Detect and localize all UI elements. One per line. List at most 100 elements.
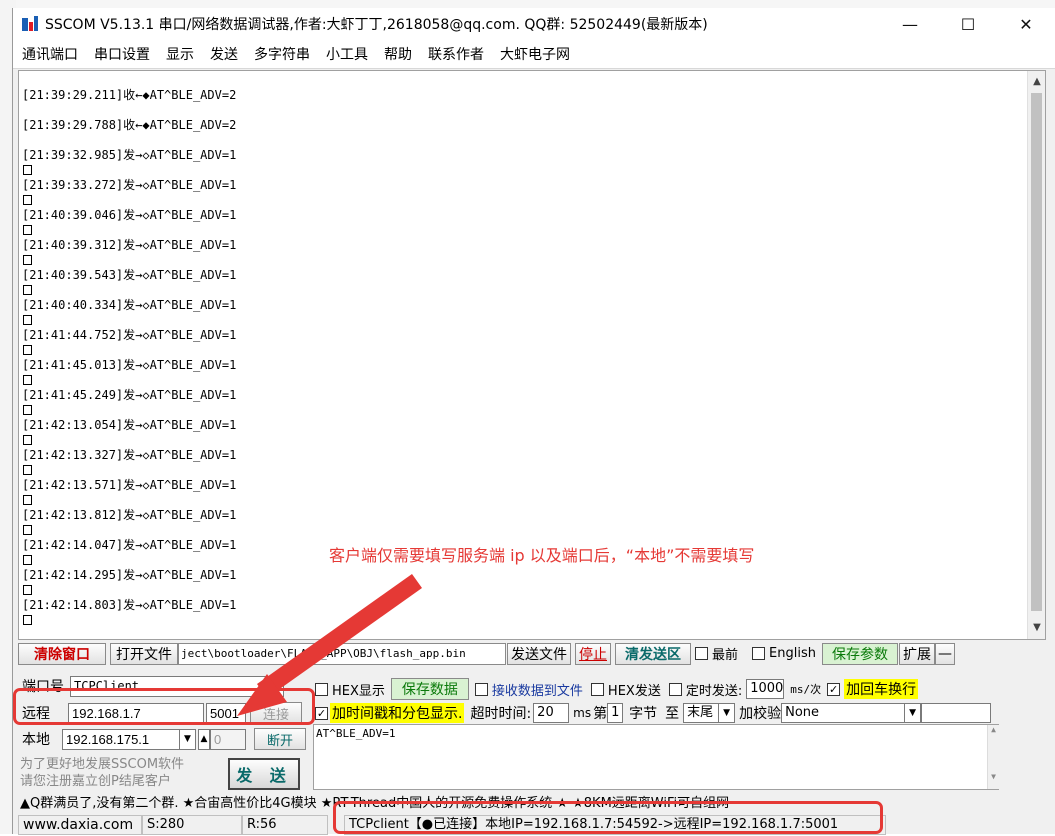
checksum-extra-field[interactable] [921, 703, 992, 723]
hex-display-checkbox[interactable]: HEX显示 [315, 680, 385, 699]
local-port-spin-icon[interactable]: ▲ [198, 728, 210, 750]
newline-box-icon [23, 195, 32, 205]
network-settings-panel: 端口号 TCPClient 远程 192.168.1.7 5001 连接 本地 … [18, 668, 306, 794]
receive-line: [21:42:14.295]发→◇AT^BLE_ADV=1 [22, 567, 1022, 597]
receive-line: [21:40:39.543]发→◇AT^BLE_ADV=1 [22, 267, 1022, 297]
end-dropdown-icon[interactable]: ▼ [719, 703, 736, 723]
sscom-window: SSCOM V5.13.1 串口/网络数据调试器,作者:大虾丁丁,2618058… [12, 8, 1055, 835]
timed-send-checkbox[interactable]: 定时发送: [668, 680, 742, 699]
receive-line: [21:42:13.054]发→◇AT^BLE_ADV=1 [22, 417, 1022, 447]
receive-line-text: [21:40:39.312]发→◇AT^BLE_ADV=1 [22, 238, 237, 252]
collapse-button[interactable]: — [934, 642, 955, 665]
newline-box-icon [23, 345, 32, 355]
receive-line: [21:39:33.272]发→◇AT^BLE_ADV=1 [22, 177, 1022, 207]
newline-box-icon [23, 615, 32, 625]
clear-window-button[interactable]: 清除窗口 [18, 642, 106, 665]
receive-scrollbar[interactable]: ▲ ▼ [1027, 71, 1045, 639]
send-scroll-down-icon[interactable]: ▼ [988, 772, 999, 781]
send-text: AT^BLE_ADV=1 [316, 727, 396, 740]
newline-box-icon [23, 435, 32, 445]
annotation-text: 客户端仅需要填写服务端 ip 以及端口后，“本地”不需要填写 [329, 546, 755, 565]
maximize-button[interactable]: ☐ [939, 8, 997, 40]
receive-line-text: [21:41:45.249]发→◇AT^BLE_ADV=1 [22, 388, 237, 402]
checksum-dropdown-icon[interactable]: ▼ [905, 703, 922, 723]
receive-line-text: [21:40:39.543]发→◇AT^BLE_ADV=1 [22, 268, 237, 282]
menu-item-multi-string[interactable]: 多字符串 [254, 44, 310, 64]
hex-send-checkbox[interactable]: HEX发送 [590, 680, 661, 699]
interval-field[interactable]: 1000 [746, 679, 785, 699]
receive-line: [21:40:40.334]发→◇AT^BLE_ADV=1 [22, 297, 1022, 327]
local-ip-select[interactable]: 192.168.175.1 [62, 728, 180, 750]
newline-box-icon [23, 315, 32, 325]
receive-line: [21:39:32.985]发→◇AT^BLE_ADV=1 [22, 147, 1022, 177]
checksum-select[interactable]: None [781, 703, 906, 723]
byte-field[interactable]: 1 [607, 703, 624, 723]
receive-line-text: [21:42:13.054]发→◇AT^BLE_ADV=1 [22, 418, 237, 432]
timeout-field[interactable]: 20 [533, 703, 570, 723]
receive-line-text: [21:39:29.211]收←◆AT^BLE_ADV=2 [22, 88, 237, 102]
receive-line: [21:41:45.249]发→◇AT^BLE_ADV=1 [22, 387, 1022, 417]
menu-item-contact[interactable]: 联系作者 [428, 44, 484, 64]
menu-item-send[interactable]: 发送 [210, 44, 238, 64]
topmost-checkbox[interactable]: 最前 [695, 644, 738, 663]
menu-item-tools[interactable]: 小工具 [326, 44, 368, 64]
recv-to-file-checkbox[interactable]: 接收数据到文件 [474, 680, 583, 699]
status-site[interactable]: www.daxia.com [18, 815, 142, 835]
menu-item-daxia[interactable]: 大虾电子网 [500, 44, 570, 64]
newline-box-icon [23, 495, 32, 505]
scroll-thumb[interactable] [1031, 93, 1042, 611]
send-scroll-up-icon[interactable]: ▲ [988, 725, 999, 734]
timestamp-checkbox[interactable]: ✓ 加时间戳和分包显示. [315, 703, 465, 723]
status-recv-count: R:56 [242, 815, 328, 835]
receive-line: [21:41:45.013]发→◇AT^BLE_ADV=1 [22, 357, 1022, 387]
receive-line-text: [21:42:13.327]发→◇AT^BLE_ADV=1 [22, 448, 237, 462]
newline-box-icon [23, 465, 32, 475]
disconnect-button[interactable]: 断开 [254, 728, 306, 750]
scroll-down-icon[interactable]: ▼ [1028, 619, 1045, 637]
open-file-button[interactable]: 打开文件 [110, 642, 178, 665]
local-port-field[interactable]: 0 [210, 728, 246, 750]
receive-line-text: [21:42:13.812]发→◇AT^BLE_ADV=1 [22, 508, 237, 522]
newline-box-icon [23, 165, 32, 175]
receive-line-text: [21:39:29.788]收←◆AT^BLE_ADV=2 [22, 118, 237, 132]
menu-item-serial-settings[interactable]: 串口设置 [94, 44, 150, 64]
stop-button[interactable]: 停止 [575, 642, 611, 665]
menu-item-display[interactable]: 显示 [166, 44, 194, 64]
menu-item-help[interactable]: 帮助 [384, 44, 412, 64]
newline-box-icon [23, 585, 32, 595]
minimize-button[interactable]: — [881, 8, 939, 40]
send-text-area[interactable]: AT^BLE_ADV=1 ▲ ▼ [313, 724, 999, 790]
send-scrollbar[interactable]: ▲ ▼ [987, 725, 999, 789]
receive-line-text: [21:42:13.571]发→◇AT^BLE_ADV=1 [22, 478, 237, 492]
close-button[interactable]: ✕ [997, 8, 1055, 40]
receive-line-text: [21:40:39.046]发→◇AT^BLE_ADV=1 [22, 208, 237, 222]
send-button[interactable]: 发 送 [228, 758, 300, 790]
clear-send-button[interactable]: 清发送区 [615, 642, 691, 665]
end-select[interactable]: 末尾 [683, 703, 720, 723]
receive-line: [21:40:39.312]发→◇AT^BLE_ADV=1 [22, 237, 1022, 267]
newline-box-icon [23, 555, 32, 565]
newline-box-icon [23, 285, 32, 295]
title-bar: SSCOM V5.13.1 串口/网络数据调试器,作者:大虾丁丁,2618058… [13, 8, 1055, 40]
status-highlight-box [333, 801, 883, 834]
newline-box-icon [23, 525, 32, 535]
newline-box-icon [23, 375, 32, 385]
checksum-label: 加校验 [739, 706, 782, 722]
receive-line-text: [21:41:44.752]发→◇AT^BLE_ADV=1 [22, 328, 237, 342]
newline-box-icon [23, 225, 32, 235]
add-crlf-checkbox[interactable]: ✓ 加回车换行 [827, 679, 919, 699]
file-path-field[interactable]: ject\bootloader\FLASH_APP\OBJ\flash_app.… [178, 642, 506, 665]
save-data-button[interactable]: 保存数据 [390, 678, 469, 700]
byte-prefix: 第 [593, 706, 608, 722]
receive-line: [21:41:44.752]发→◇AT^BLE_ADV=1 [22, 327, 1022, 357]
english-checkbox[interactable]: English [752, 646, 816, 661]
menu-item-port[interactable]: 通讯端口 [22, 44, 78, 64]
save-params-button[interactable]: 保存参数 [821, 642, 898, 665]
send-file-button[interactable]: 发送文件 [507, 642, 571, 665]
scroll-up-icon[interactable]: ▲ [1028, 73, 1045, 91]
local-ip-dropdown-icon[interactable]: ▼ [180, 728, 196, 750]
expand-button[interactable]: 扩展 [898, 642, 935, 665]
window-title: SSCOM V5.13.1 串口/网络数据调试器,作者:大虾丁丁,2618058… [45, 17, 708, 33]
interval-unit: ms/次 [790, 683, 822, 696]
receive-line-text: [21:39:32.985]发→◇AT^BLE_ADV=1 [22, 148, 237, 162]
